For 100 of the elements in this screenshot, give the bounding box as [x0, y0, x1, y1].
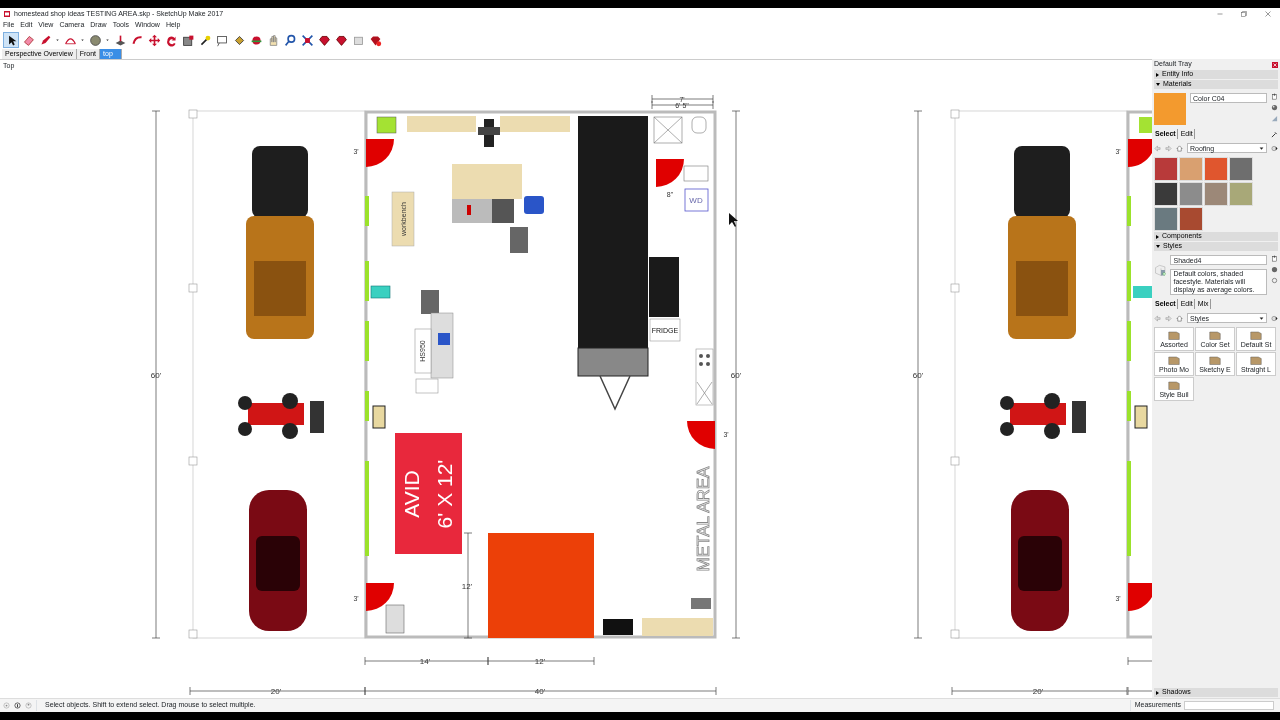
refresh-icon[interactable] [1271, 277, 1278, 284]
cabinet [1133, 286, 1152, 298]
triangle-icon [1271, 115, 1278, 122]
style-swatch-icon [1168, 329, 1180, 341]
grip-marker [950, 456, 960, 466]
grip-marker [188, 456, 198, 466]
cabinet [691, 598, 711, 609]
fridge [649, 318, 681, 342]
zoom-extents-tool[interactable] [299, 32, 315, 48]
caret-icon [80, 37, 85, 43]
counter [649, 257, 679, 317]
texture-swatch[interactable] [1154, 207, 1178, 231]
info-icon[interactable] [14, 702, 21, 709]
zoom-extents-icon [300, 33, 314, 47]
style-swatch-icon [1250, 354, 1262, 366]
texture-swatch[interactable] [1179, 157, 1203, 181]
caret-icon [1259, 145, 1264, 151]
counter [500, 116, 570, 132]
door-swing [687, 421, 715, 449]
counter [407, 116, 476, 132]
cnc-label: 6' X 12' [432, 459, 456, 529]
grip-marker [950, 283, 960, 293]
window [1127, 321, 1131, 361]
dimension-label: 20' [270, 686, 282, 696]
dimension-label: 12' [534, 656, 546, 666]
restore-icon[interactable] [1240, 10, 1248, 18]
appliance-label: WD [689, 195, 703, 205]
cabinet [372, 405, 386, 429]
window [1127, 261, 1131, 301]
cabinet [370, 285, 391, 299]
close-icon[interactable] [1264, 10, 1272, 18]
grip-marker [188, 283, 198, 293]
dimension-label: 60' [150, 370, 162, 380]
door-swing [1128, 139, 1152, 167]
move-icon [147, 33, 161, 47]
texture-swatch[interactable] [1204, 157, 1228, 181]
window [365, 196, 369, 226]
bathroom-fixtures-drawing [653, 116, 709, 182]
text-icon [215, 33, 229, 47]
texture-swatch[interactable] [1154, 182, 1178, 206]
stove-drawing [695, 348, 714, 406]
zoom-icon [283, 33, 297, 47]
circle-tool[interactable] [87, 32, 103, 48]
paint-bucket-icon [232, 33, 246, 47]
window [365, 261, 369, 301]
grip-marker [188, 109, 198, 119]
ruby-icon [368, 33, 382, 47]
machine [385, 604, 405, 634]
door-swing [366, 583, 394, 611]
gem-icon [317, 33, 331, 47]
style-swatch-icon [1209, 329, 1221, 341]
eraser-icon [21, 33, 35, 47]
texture-swatch[interactable] [1229, 182, 1253, 206]
materials-icon[interactable] [1271, 104, 1278, 111]
texture-swatch[interactable] [1154, 157, 1178, 181]
dimension-label: 20' [1032, 686, 1044, 696]
workbench [391, 191, 415, 247]
dimension-label: 60' [912, 370, 924, 380]
move-tool[interactable] [146, 32, 162, 48]
home-icon[interactable] [1176, 314, 1183, 322]
texture-swatch[interactable] [1204, 182, 1228, 206]
rotate-icon [164, 33, 178, 47]
cabinet [1134, 405, 1148, 429]
scale-icon [181, 33, 195, 47]
circle-icon [88, 33, 102, 47]
home-icon[interactable] [1176, 144, 1183, 152]
window [365, 391, 369, 421]
texture-swatch[interactable] [1179, 182, 1203, 206]
dimension-label: 12' [461, 581, 473, 591]
washer-dryer [684, 188, 709, 212]
counter [642, 618, 713, 636]
curve-icon [130, 33, 144, 47]
create-style-icon[interactable] [1271, 255, 1278, 262]
area-label: METAL AREA [693, 466, 713, 572]
zoom-tool[interactable] [282, 32, 298, 48]
grip-marker [950, 629, 960, 639]
door-swing [1128, 583, 1152, 611]
eyedropper-icon[interactable] [1271, 130, 1278, 138]
cursor-icon [729, 213, 738, 227]
grip-marker [188, 629, 198, 639]
texture-swatch[interactable] [1229, 157, 1253, 181]
create-material-icon[interactable] [1271, 93, 1278, 100]
dimension-label: 60' [730, 370, 742, 380]
machine [510, 227, 528, 253]
caret-icon [1259, 315, 1264, 321]
update-style-icon[interactable] [1271, 266, 1278, 273]
storage-block [376, 116, 397, 134]
measurements-field[interactable] [1184, 701, 1274, 710]
caret-icon [55, 37, 60, 43]
texture-swatch[interactable] [1179, 207, 1203, 231]
table-saw-drawing [452, 164, 522, 223]
window [365, 321, 369, 361]
door-swing [656, 159, 684, 187]
orbit-icon [249, 33, 263, 47]
grip-marker [950, 109, 960, 119]
chair [524, 196, 544, 214]
dimension-line [1127, 656, 1152, 666]
window [1127, 391, 1131, 421]
select-arrow-tool[interactable] [3, 32, 19, 48]
pencil-icon [38, 33, 52, 47]
